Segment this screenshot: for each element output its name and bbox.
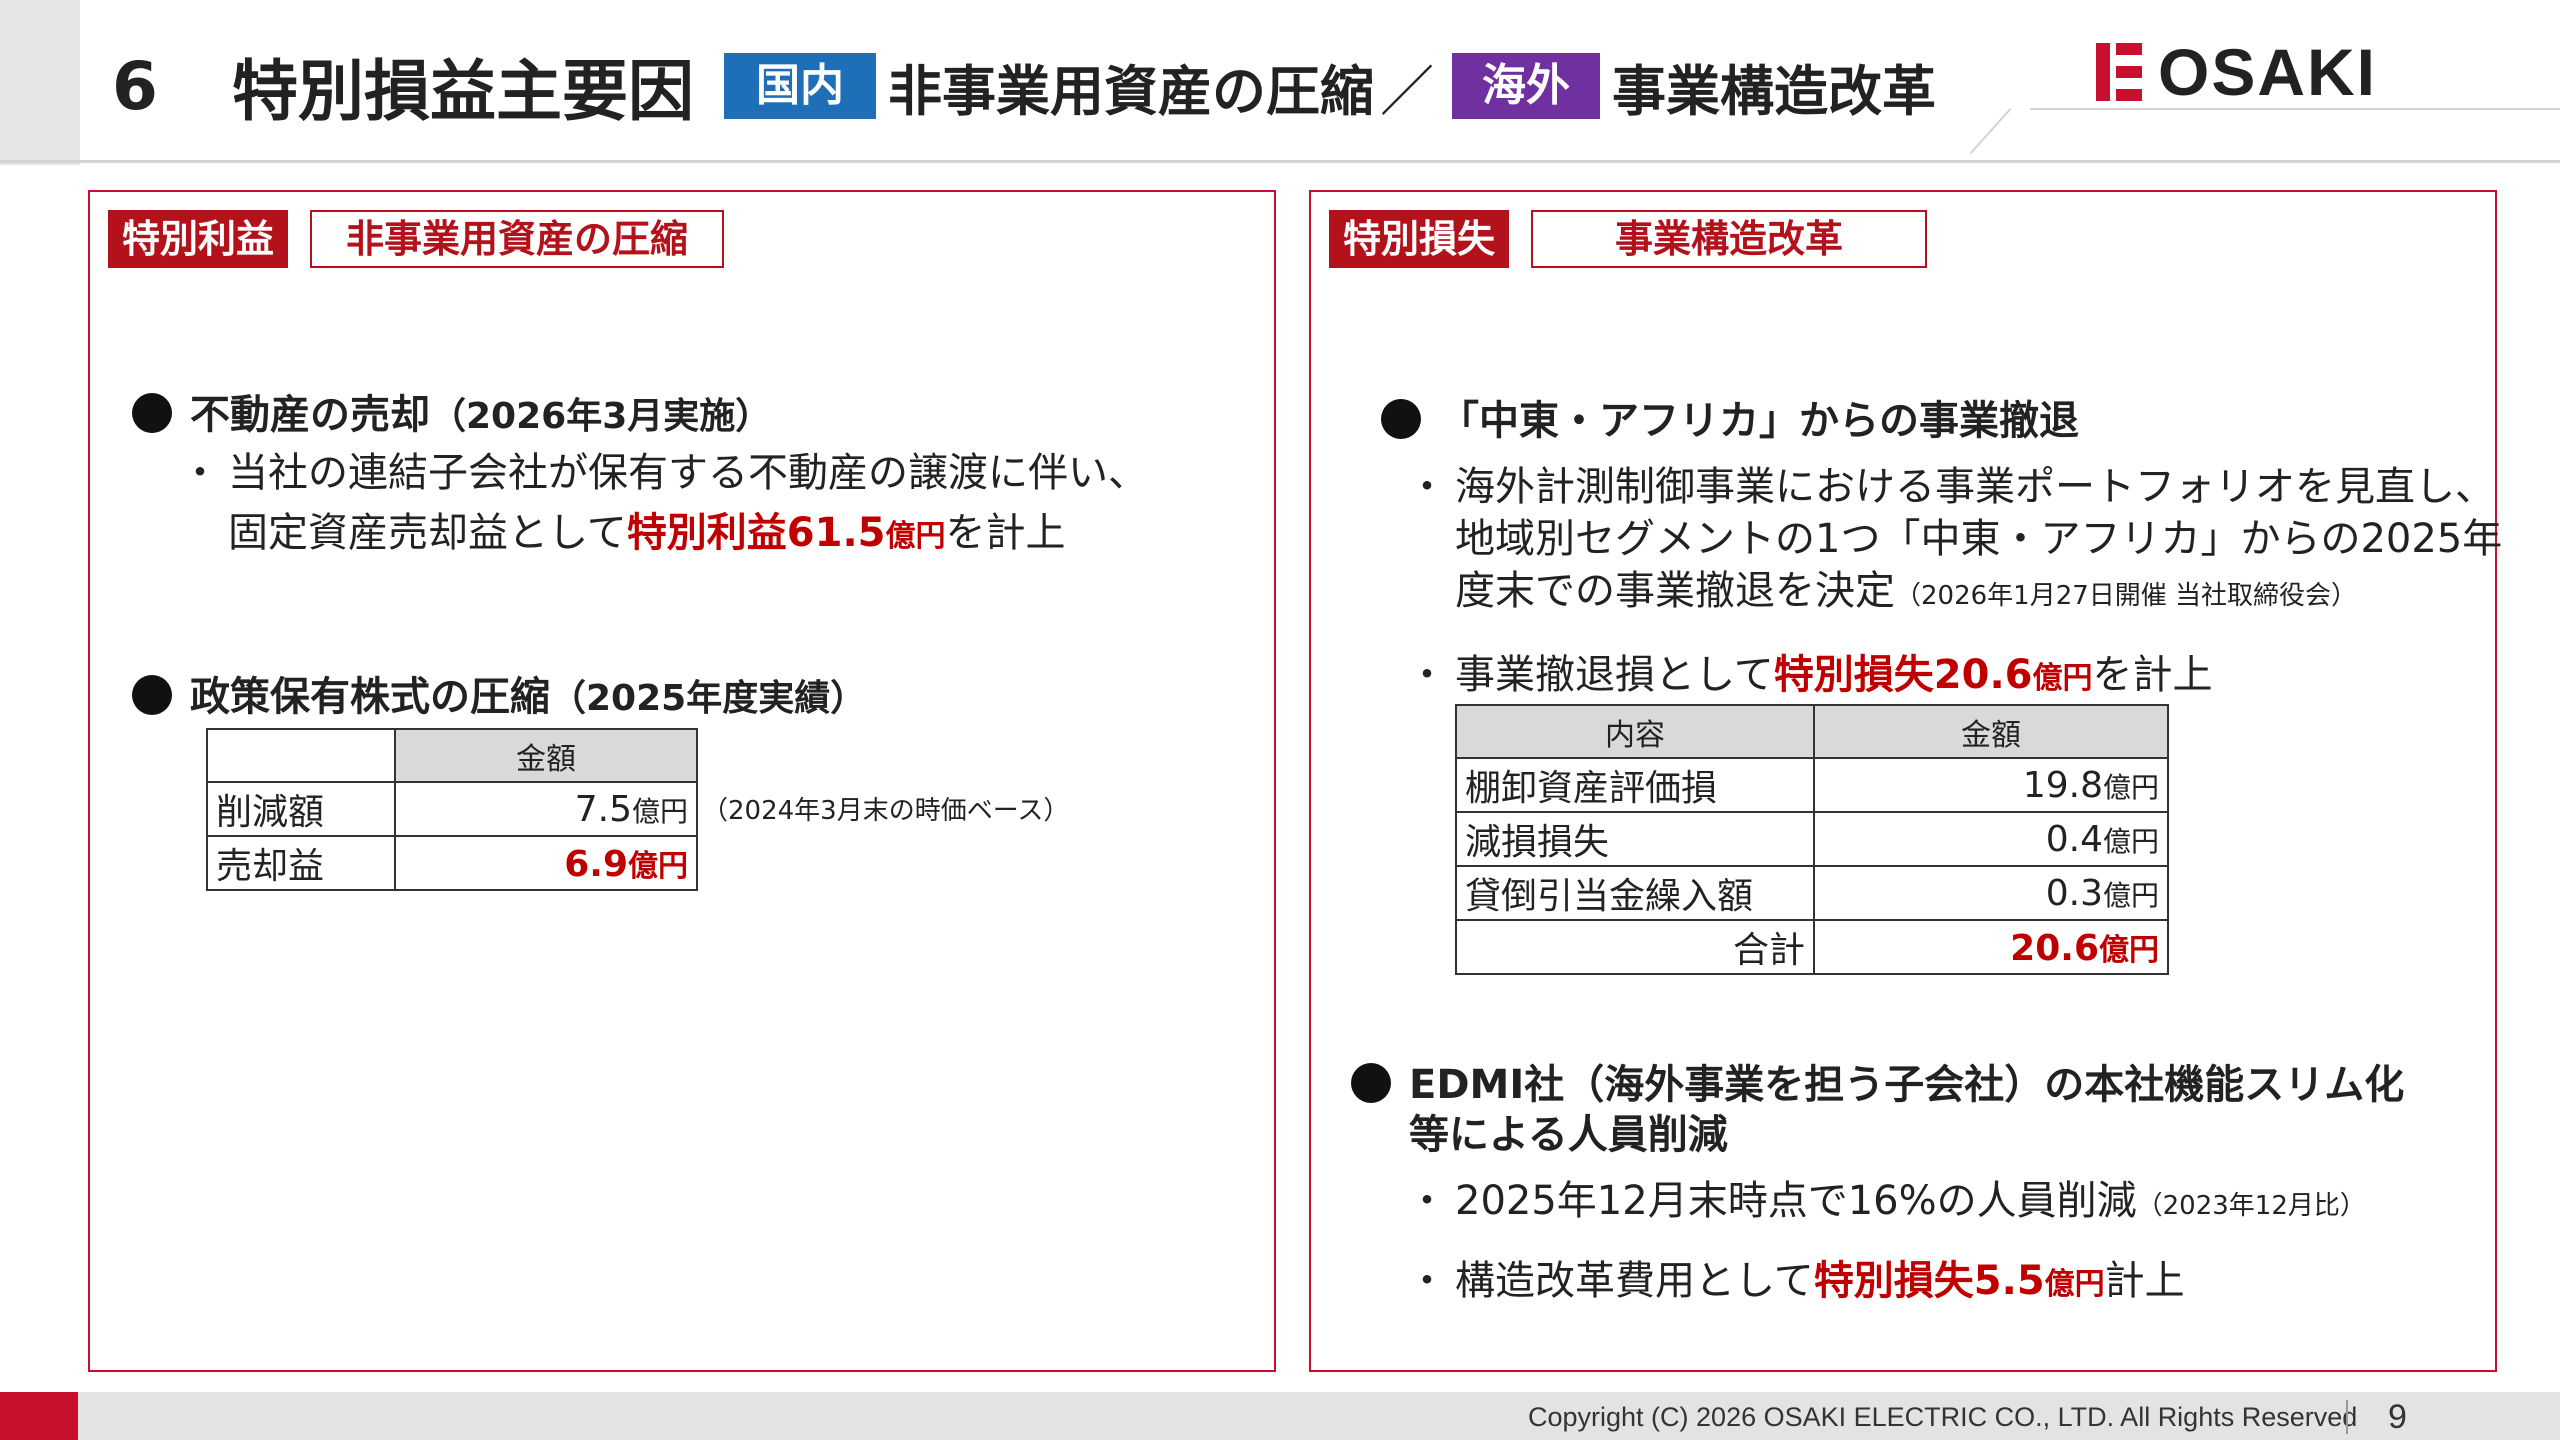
middle-dot-icon: ・ <box>1407 1258 1447 1304</box>
logo-text: OSAKI <box>2158 35 2378 109</box>
content-header: 内容 <box>1455 704 1815 759</box>
cross-shareholding-table: 金額 削減額 7.5億円 売却益 6.9億円 <box>206 728 698 891</box>
real-estate-sale-heading: 不動産の売却（2026年3月実施） <box>132 382 771 440</box>
panel-tag-row: 特別損失 事業構造改革 <box>1329 210 1928 268</box>
table-row: 貸倒引当金繰入額 0.3億円 <box>1455 865 2169 921</box>
table-total-row: 合計 20.6億円 <box>1455 919 2169 975</box>
panel-title: 事業構造改革 <box>1531 210 1928 268</box>
domestic-subtitle: 非事業用資産の圧縮 <box>888 59 1374 123</box>
osaki-logo-icon <box>2096 43 2142 101</box>
comparison-note: （2023年12月比） <box>2136 1191 2366 1221</box>
real-estate-line-2: 固定資産売却益として特別利益61.5億円を計上 <box>228 510 1066 556</box>
header-side-strip <box>0 0 80 165</box>
middle-dot-icon: ・ <box>1407 652 1447 698</box>
extraordinary-income-tag: 特別利益 <box>108 210 289 268</box>
footer-separator <box>2346 1400 2348 1434</box>
cross-shareholding-heading: 政策保有株式の圧縮（2025年度実績） <box>132 664 866 722</box>
section-number: 6 <box>112 47 158 125</box>
middle-dot-icon: ・ <box>180 450 220 496</box>
header-divider <box>0 160 2560 163</box>
exit-loss-breakdown-table: 内容 金額 棚卸資産評価損 19.8億円 減損損失 0.4億円 貸倒引当金繰入額… <box>1455 704 2169 975</box>
extraordinary-income-panel: 特別利益 非事業用資産の圧縮 不動産の売却（2026年3月実施） ・当社の連結子… <box>88 190 1276 1372</box>
bullet-icon <box>132 675 172 715</box>
table-row: 棚卸資産評価損 19.8億円 <box>1455 757 2169 813</box>
bullet-icon <box>1351 1063 1391 1103</box>
edmi-line-1: ・ 2025年12月末時点で16%の人員削減（2023年12月比） <box>1407 1168 2366 1226</box>
extraordinary-loss-panel: 特別損失 事業構造改革 「中東・アフリカ」からの事業撤退 ・海外計測制御事業にお… <box>1309 190 2502 1372</box>
copyright: Copyright (C) 2026 OSAKI ELECTRIC CO., L… <box>1528 1402 2358 1432</box>
amount-header: 金額 <box>1813 704 2169 759</box>
board-meeting-note: （2026年1月27日開催 当社取締役会） <box>1895 581 2358 611</box>
edmi-line-2: ・構造改革費用として特別損失5.5億円計上 <box>1407 1248 2185 1306</box>
page-title: 特別損益主要因 <box>232 53 694 130</box>
middle-dot-icon: ・ <box>1407 1178 1447 1224</box>
overseas-subtitle: 事業構造改革 <box>1612 59 1936 123</box>
header-divider-slant <box>1969 108 2012 154</box>
table-row: 売却益 6.9億円 <box>206 835 698 891</box>
edmi-restructuring-heading-2: 等による人員削減 <box>1409 1112 1728 1158</box>
amount-header: 金額 <box>394 728 698 783</box>
extraordinary-loss-tag: 特別損失 <box>1329 210 1510 268</box>
company-logo: OSAKI <box>2096 34 2377 110</box>
table-header-row: 内容 金額 <box>1455 704 2169 759</box>
table-row: 減損損失 0.4億円 <box>1455 811 2169 867</box>
bullet-icon <box>1381 399 1421 439</box>
table-row: 削減額 7.5億円 <box>206 781 698 837</box>
valuation-note: （2024年3月末の時価ベース） <box>702 796 1070 826</box>
mea-line-2: 地域別セグメントの1つ「中東・アフリカ」からの2025年 <box>1455 516 2503 562</box>
panel-tag-row: 特別利益 非事業用資産の圧縮 <box>108 210 725 268</box>
slide-title: 6 特別損益主要因 国内 非事業用資産の圧縮 ／ 海外 事業構造改革 <box>112 38 1936 134</box>
mea-exit-heading: 「中東・アフリカ」からの事業撤退 <box>1381 388 2079 446</box>
overseas-badge: 海外 <box>1452 53 1600 119</box>
table-header-row: 金額 <box>206 728 698 783</box>
panel-title: 非事業用資産の圧縮 <box>310 210 725 268</box>
mea-line-1: ・海外計測制御事業における事業ポートフォリオを見直し、 <box>1407 454 2495 512</box>
footer-accent <box>0 1392 78 1440</box>
title-separator: ／ <box>1380 59 1434 123</box>
bullet-icon <box>132 393 172 433</box>
domestic-badge: 国内 <box>724 53 876 119</box>
middle-dot-icon: ・ <box>1407 464 1447 510</box>
mea-line-4: ・事業撤退損として特別損失20.6億円を計上 <box>1407 642 2213 700</box>
mea-line-3: 度末での事業撤退を決定（2026年1月27日開催 当社取締役会） <box>1455 568 2358 614</box>
page-number: 9 <box>2388 1398 2407 1436</box>
real-estate-line-1: ・当社の連結子会社が保有する不動産の譲渡に伴い、 <box>180 440 1148 498</box>
